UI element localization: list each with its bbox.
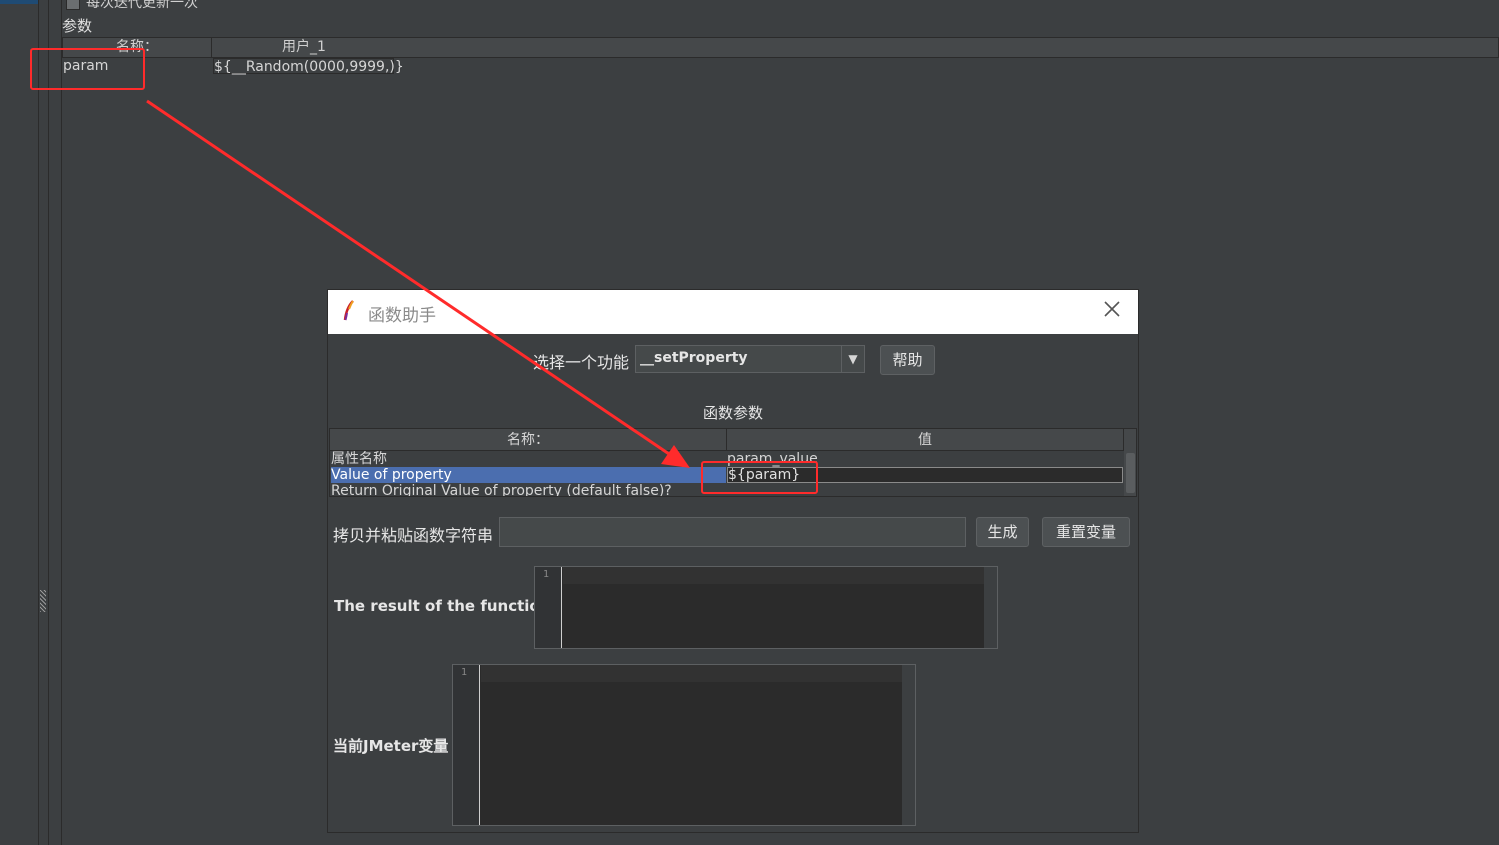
line-gutter: 1 <box>535 567 562 648</box>
function-string-field[interactable] <box>499 517 966 547</box>
column-header-user[interactable]: 用户_1 <box>211 37 1499 58</box>
checkbox-label: 每次迭代更新一次 <box>86 0 198 11</box>
editor-scrollbar[interactable] <box>902 665 915 825</box>
jmeter-variables-label: 当前JMeter变量 <box>333 737 449 755</box>
splitter-line <box>38 0 39 845</box>
params-section-label: 参数 <box>62 17 93 35</box>
jmeter-feather-icon <box>343 300 354 321</box>
dialog-title: 函数助手 <box>368 306 436 326</box>
table-cell-param-value[interactable]: ${__Random(0000,9999,)} <box>213 58 404 75</box>
current-line-highlight <box>481 665 902 682</box>
table-cell-name[interactable]: Return Original Value of property (defau… <box>331 483 726 496</box>
column-header-name[interactable]: 名称： <box>330 429 727 451</box>
close-icon[interactable] <box>1100 300 1124 324</box>
help-button[interactable]: 帮助 <box>880 345 935 375</box>
table-cell-name[interactable]: Value of property <box>331 467 726 483</box>
panel-left-border <box>61 0 62 845</box>
annotation-highlight-param <box>30 48 145 90</box>
table-scrollbar[interactable] <box>1124 429 1136 496</box>
tree-selection-bar <box>0 0 38 4</box>
table-cell-name[interactable]: 属性名称 <box>331 451 726 467</box>
splitter-line-2 <box>48 0 49 845</box>
chevron-down-icon[interactable]: ▼ <box>841 346 864 372</box>
function-params-title: 函数参数 <box>702 404 763 422</box>
result-editor[interactable]: 1 <box>534 566 998 649</box>
splitter-grip-handle[interactable] <box>40 590 46 612</box>
left-tree-panel <box>0 0 38 845</box>
line-gutter: 1 <box>453 665 480 825</box>
function-select-value: __setProperty <box>640 350 748 366</box>
line-number: 1 <box>543 569 550 580</box>
checkbox-box[interactable] <box>66 0 80 10</box>
update-each-iteration-checkbox[interactable]: 每次迭代更新一次 <box>66 0 198 12</box>
annotation-highlight-value <box>701 461 818 494</box>
function-select[interactable]: __setProperty ▼ <box>635 345 865 373</box>
copy-paste-label: 拷贝并粘贴函数字符串 <box>333 526 494 545</box>
scrollbar-thumb[interactable] <box>1126 453 1135 493</box>
function-select-label: 选择一个功能 <box>533 353 630 372</box>
generate-button[interactable]: 生成 <box>976 517 1029 547</box>
editor-scrollbar[interactable] <box>984 567 997 648</box>
dialog-titlebar[interactable]: 函数助手 <box>328 290 1138 334</box>
line-number: 1 <box>461 667 468 678</box>
column-header-value[interactable]: 值 <box>727 429 1124 451</box>
reset-variables-button[interactable]: 重置变量 <box>1042 517 1130 547</box>
function-helper-dialog: 函数助手 选择一个功能 __setProperty ▼ 帮助 函数参数 名称： … <box>328 290 1138 832</box>
current-line-highlight <box>563 567 984 584</box>
variables-editor[interactable]: 1 <box>452 664 916 826</box>
